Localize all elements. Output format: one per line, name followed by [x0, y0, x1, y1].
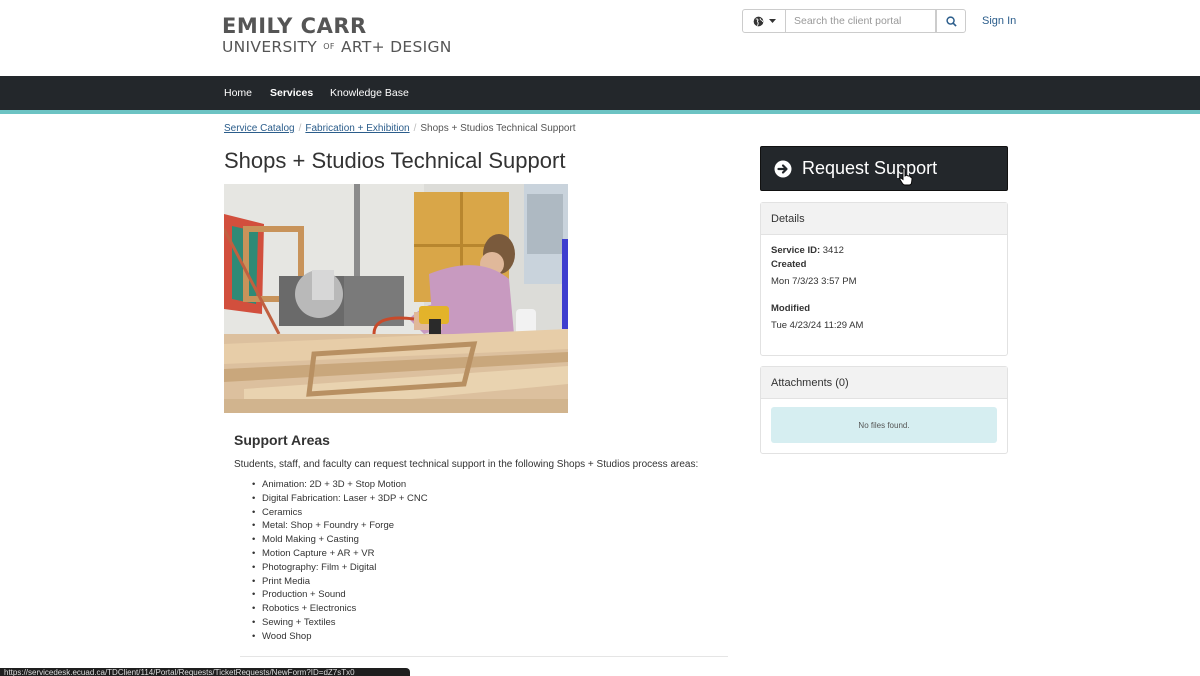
list-item: Sewing + Textiles [252, 616, 428, 630]
support-areas-heading: Support Areas [234, 432, 330, 448]
breadcrumb-separator: / [413, 123, 417, 134]
request-support-label: Request Support [802, 158, 938, 178]
browser-status-bar: https://servicedesk.ecuad.ca/TDClient/11… [0, 668, 410, 676]
list-item: Wood Shop [252, 630, 428, 644]
breadcrumb-current: Shops + Studios Technical Support [420, 123, 576, 134]
list-item: Ceramics [252, 506, 428, 520]
details-heading: Details [761, 203, 1007, 235]
university-logo[interactable]: EMILY CARR UNIVERSITY OF ART+ DESIGN [222, 14, 452, 56]
breadcrumb: Service Catalog / Fabrication + Exhibition… [224, 123, 576, 134]
list-item: Production + Sound [252, 588, 428, 602]
list-item: Robotics + Electronics [252, 602, 428, 616]
service-photo [224, 184, 568, 413]
search-button[interactable] [936, 9, 966, 33]
hand-pointer-cursor-icon [899, 168, 913, 186]
logo-line-1: EMILY CARR [222, 14, 367, 38]
logo-line-2: UNIVERSITY OF ART+ DESIGN [222, 38, 452, 56]
status-url: https://servicedesk.ecuad.ca/TDClient/11… [4, 668, 355, 676]
globe-icon [753, 16, 763, 26]
nav-item-home[interactable]: Home [224, 87, 252, 99]
list-item: Metal: Shop + Foundry + Forge [252, 519, 428, 533]
service-id-value: 3412 [822, 245, 844, 256]
modified-value: Tue 4/23/24 11:29 AM [771, 320, 864, 331]
service-id-row: Service ID: 3412 [771, 245, 844, 256]
search-input[interactable] [786, 9, 936, 33]
support-areas-list: Animation: 2D + 3D + Stop Motion Digital… [252, 478, 428, 644]
attachments-heading: Attachments (0) [761, 367, 1007, 399]
language-selector-button[interactable] [742, 9, 786, 33]
content-divider [240, 656, 728, 657]
list-item: Mold Making + Casting [252, 533, 428, 547]
search-icon [945, 15, 957, 27]
arrow-circle-right-icon [774, 160, 792, 177]
nav-item-knowledge-base[interactable]: Knowledge Base [330, 87, 409, 99]
modified-label: Modified [771, 303, 811, 314]
main-navbar [0, 76, 1200, 110]
created-label: Created [771, 259, 807, 270]
breadcrumb-separator: / [298, 123, 302, 134]
support-areas-intro: Students, staff, and faculty can request… [234, 459, 699, 470]
request-support-button[interactable]: Request Support [760, 146, 1008, 191]
created-value: Mon 7/3/23 3:57 PM [771, 276, 857, 287]
list-item: Animation: 2D + 3D + Stop Motion [252, 478, 428, 492]
details-panel: Details Service ID: 3412 Created Mon 7/3… [760, 202, 1008, 356]
breadcrumb-service-catalog[interactable]: Service Catalog [224, 123, 295, 134]
list-item: Motion Capture + AR + VR [252, 547, 428, 561]
list-item: Digital Fabrication: Laser + 3DP + CNC [252, 492, 428, 506]
sign-in-link[interactable]: Sign In [982, 15, 1016, 27]
navbar-accent-stripe [0, 110, 1200, 114]
caret-down-icon [768, 18, 776, 23]
breadcrumb-fabrication-exhibition[interactable]: Fabrication + Exhibition [305, 123, 409, 134]
page-title: Shops + Studios Technical Support [224, 148, 566, 173]
nav-item-services[interactable]: Services [270, 87, 313, 99]
no-files-alert: No files found. [771, 407, 997, 443]
list-item: Print Media [252, 575, 428, 589]
attachments-panel: Attachments (0) No files found. [760, 366, 1008, 454]
site-header: EMILY CARR UNIVERSITY OF ART+ DESIGN Sig… [0, 0, 1200, 76]
list-item: Photography: Film + Digital [252, 561, 428, 575]
